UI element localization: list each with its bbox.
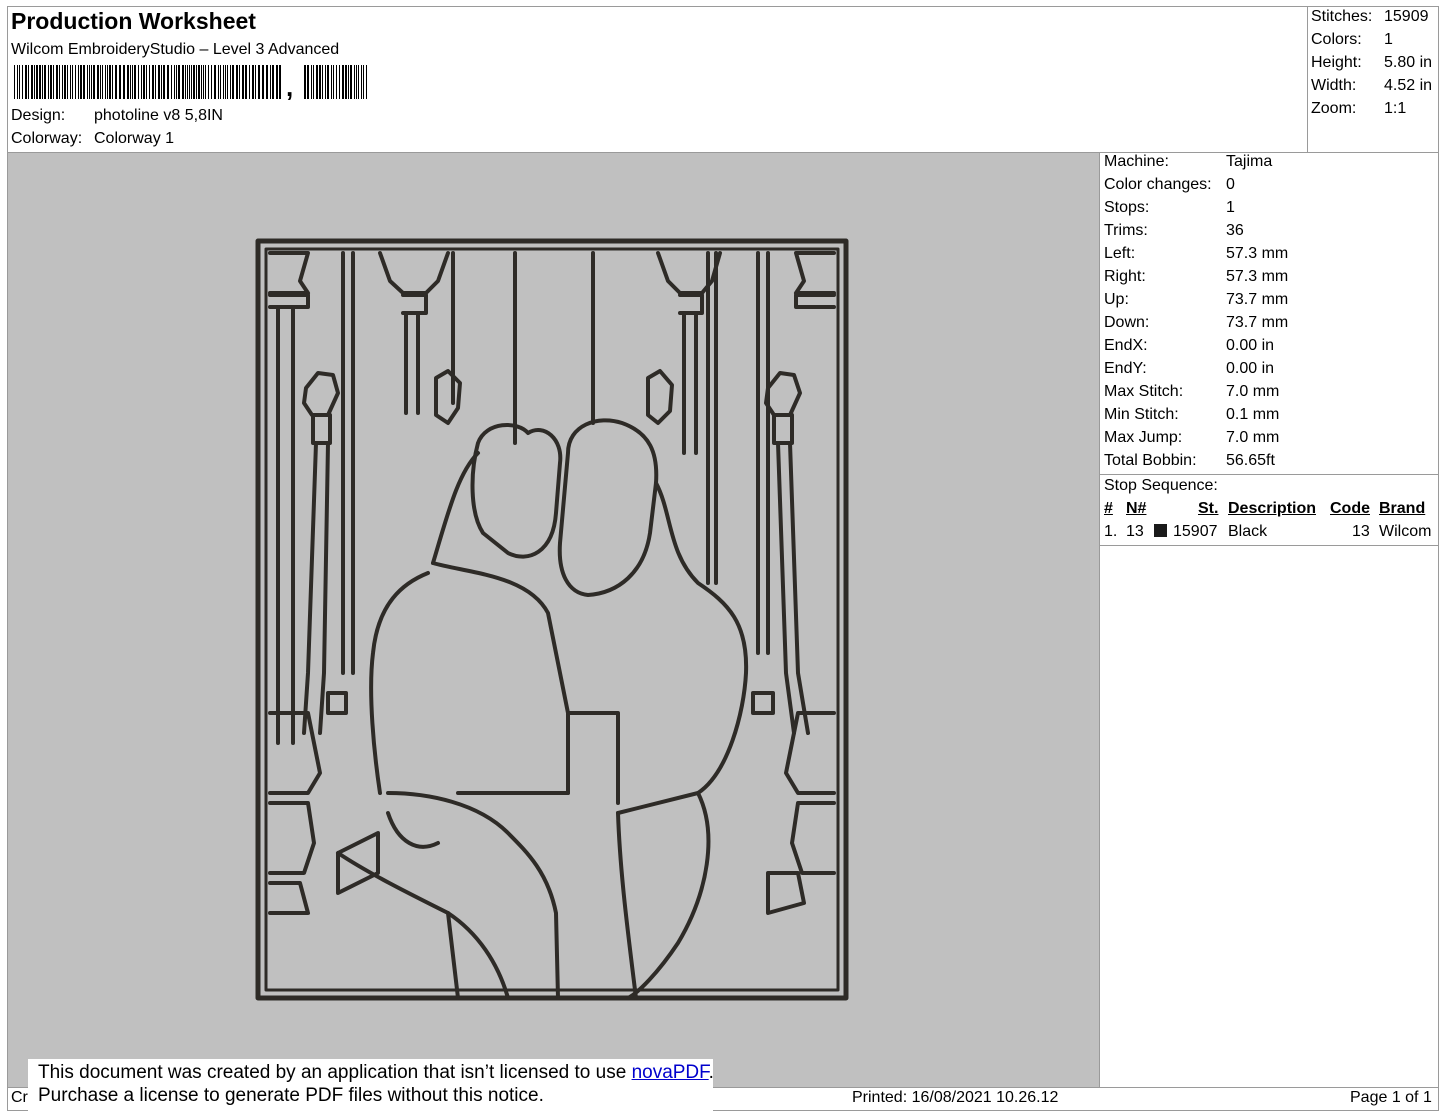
height-label: Height: [1311, 54, 1362, 71]
col-header-description: Description [1228, 500, 1317, 517]
width-value: 4.52 in [1384, 77, 1433, 94]
spec-value: 7.0 mm [1226, 383, 1280, 400]
width-label: Width: [1311, 77, 1357, 94]
lamp-top-left [268, 251, 310, 745]
spec-value: 7.0 mm [1226, 429, 1280, 446]
colorway-label: Colorway: [11, 130, 83, 147]
spec-label: Total Bobbin: [1104, 452, 1197, 469]
spec-label: EndX: [1104, 337, 1148, 354]
col-header-stitches: St. [1198, 500, 1219, 517]
printed-date: Printed: 16/08/2021 10.26.12 [852, 1089, 1059, 1106]
spec-label: Color changes: [1104, 176, 1212, 193]
stitches-label: Stitches: [1311, 8, 1373, 25]
spec-value: 56.65ft [1226, 452, 1275, 469]
spec-value: 1 [1226, 199, 1235, 216]
notice-line1-end: . [708, 1062, 714, 1083]
height-value: 5.80 in [1384, 54, 1433, 71]
row-needle: 13 [1126, 523, 1144, 540]
spec-label: Right: [1104, 268, 1146, 285]
spec-label: Machine: [1104, 153, 1169, 170]
colors-value: 1 [1384, 31, 1393, 48]
row-brand: Wilcom [1379, 523, 1432, 540]
spec-label: Trims: [1104, 222, 1148, 239]
notice-line1: This document was created by an applicat… [38, 1062, 632, 1083]
spec-value: 73.7 mm [1226, 291, 1289, 308]
software-name: Wilcom EmbroideryStudio – Level 3 Advanc… [11, 41, 340, 58]
embroidery-design-image [255, 238, 849, 1001]
row-stitches: 15907 [1173, 523, 1218, 540]
spec-value: 0.00 in [1226, 360, 1275, 377]
col-header-brand: Brand [1379, 500, 1426, 517]
colors-label: Colors: [1311, 31, 1362, 48]
barcode-comma: , [286, 72, 294, 102]
page-number: Page 1 of 1 [1350, 1089, 1432, 1106]
notice-line2: Purchase a license to generate PDF files… [38, 1085, 544, 1106]
spec-label: Max Jump: [1104, 429, 1183, 446]
spec-value: 0 [1226, 176, 1235, 193]
row-code: 13 [1352, 523, 1370, 540]
spec-label: Up: [1104, 291, 1129, 308]
spec-label: EndY: [1104, 360, 1147, 377]
spec-label: Left: [1104, 245, 1136, 262]
created-label: Cr [11, 1089, 28, 1106]
zoom-value: 1:1 [1384, 100, 1407, 117]
stop-sequence-title: Stop Sequence: [1104, 477, 1218, 494]
design-value: photoline v8 5,8IN [94, 107, 223, 124]
colorway-value: Colorway 1 [94, 130, 175, 147]
spec-value: 0.00 in [1226, 337, 1275, 354]
spec-value: 57.3 mm [1226, 245, 1289, 262]
machine-specs: Machine: Tajima Color changes: 0 Stops: 1 Trim… [1104, 153, 1434, 473]
col-header-code: Code [1330, 500, 1370, 517]
col-header-num: # [1104, 500, 1113, 517]
spec-label: Min Stitch: [1104, 406, 1179, 423]
spec-label: Stops: [1104, 199, 1150, 216]
barcode-icon [14, 65, 367, 99]
spec-label: Down: [1104, 314, 1150, 331]
design-label: Design: [11, 107, 66, 124]
spec-value: Tajima [1226, 153, 1273, 170]
spec-value: 36 [1226, 222, 1244, 239]
row-description: Black [1228, 523, 1268, 540]
zoom-label: Zoom: [1311, 100, 1357, 117]
novapdf-link[interactable]: novaPDF [632, 1062, 709, 1083]
license-notice: This document was created by an applicat… [28, 1059, 714, 1117]
stitches-value: 15909 [1384, 8, 1429, 25]
col-header-needle: N# [1126, 500, 1147, 517]
spec-label: Max Stitch: [1104, 383, 1184, 400]
page-title: Production Worksheet [11, 8, 256, 34]
row-num: 1. [1104, 523, 1118, 540]
spec-value: 57.3 mm [1226, 268, 1289, 285]
spec-value: 0.1 mm [1226, 406, 1280, 423]
color-swatch [1154, 524, 1167, 537]
design-preview [8, 153, 1099, 1087]
spec-value: 73.7 mm [1226, 314, 1289, 331]
